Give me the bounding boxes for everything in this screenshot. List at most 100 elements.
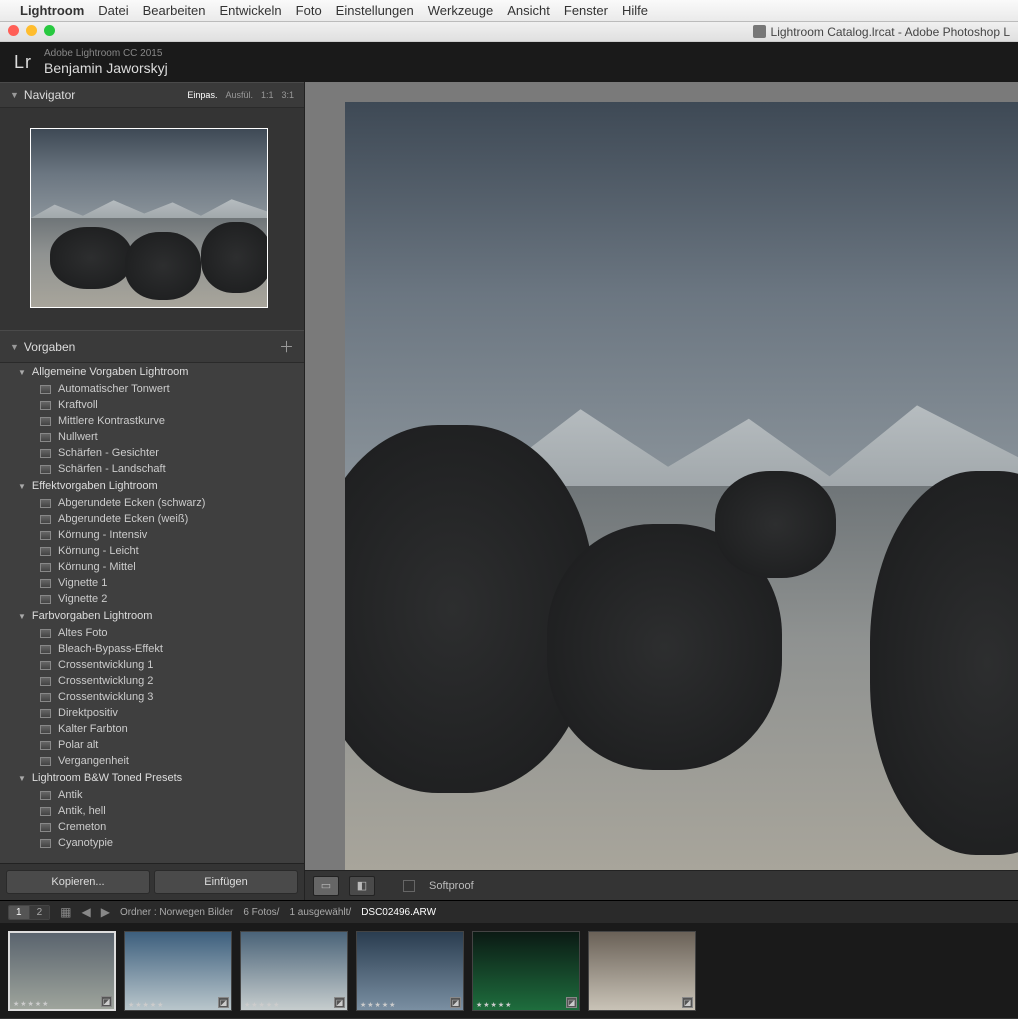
copy-button[interactable]: Kopieren... <box>6 870 150 894</box>
preset-icon <box>40 401 51 410</box>
screen-1[interactable]: 1 <box>9 906 30 919</box>
preset-item[interactable]: Körnung - Mittel <box>0 559 304 575</box>
preset-item[interactable]: Polar alt <box>0 737 304 753</box>
preset-folder-label: Allgemeine Vorgaben Lightroom <box>32 366 189 378</box>
nav-fit[interactable]: Einpas. <box>187 90 217 100</box>
preset-folder[interactable]: ▼Lightroom B&W Toned Presets <box>0 769 304 787</box>
preset-icon <box>40 661 51 670</box>
preset-item[interactable]: Automatischer Tonwert <box>0 381 304 397</box>
menu-settings[interactable]: Einstellungen <box>336 3 414 18</box>
preset-icon <box>40 757 51 766</box>
compare-view-button[interactable]: ◧ <box>349 876 375 896</box>
menu-develop[interactable]: Entwickeln <box>220 3 282 18</box>
preset-label: Schärfen - Landschaft <box>58 463 166 475</box>
preset-item[interactable]: Körnung - Leicht <box>0 543 304 559</box>
preset-icon <box>40 645 51 654</box>
close-icon[interactable] <box>8 25 19 36</box>
forward-icon[interactable]: ▶ <box>101 905 110 919</box>
window-titlebar: Lightroom Catalog.lrcat - Adobe Photosho… <box>0 22 1018 42</box>
menu-help[interactable]: Hilfe <box>622 3 648 18</box>
preset-item[interactable]: Mittlere Kontrastkurve <box>0 413 304 429</box>
filmstrip-thumb[interactable]: ★★★★★◪ <box>240 931 348 1011</box>
nav-fill[interactable]: Ausfül. <box>225 90 253 100</box>
preset-item[interactable]: Direktpositiv <box>0 705 304 721</box>
menu-file[interactable]: Datei <box>98 3 128 18</box>
minimize-icon[interactable] <box>26 25 37 36</box>
preset-label: Altes Foto <box>58 627 108 639</box>
chevron-down-icon: ▼ <box>18 482 26 491</box>
nav-3to1[interactable]: 3:1 <box>281 90 294 100</box>
preset-item[interactable]: Körnung - Intensiv <box>0 527 304 543</box>
grid-icon[interactable]: ▦ <box>60 905 71 919</box>
preset-item[interactable]: Cremeton <box>0 819 304 835</box>
preset-item[interactable]: Antik, hell <box>0 803 304 819</box>
traffic-lights <box>8 25 55 36</box>
preset-item[interactable]: Kraftvoll <box>0 397 304 413</box>
product-name: Adobe Lightroom CC 2015 <box>44 48 168 60</box>
preset-label: Antik, hell <box>58 805 106 817</box>
softproof-checkbox[interactable] <box>403 880 415 892</box>
preset-label: Abgerundete Ecken (weiß) <box>58 513 188 525</box>
chevron-down-icon: ▼ <box>10 90 19 100</box>
nav-1to1[interactable]: 1:1 <box>261 90 274 100</box>
preset-item[interactable]: Vignette 1 <box>0 575 304 591</box>
folder-path[interactable]: Ordner : Norwegen Bilder <box>120 907 233 918</box>
preset-item[interactable]: Crossentwicklung 2 <box>0 673 304 689</box>
preset-item[interactable]: Kalter Farbton <box>0 721 304 737</box>
current-filename: DSC02496.ARW <box>361 907 436 918</box>
main-image[interactable] <box>345 102 1018 870</box>
preset-item[interactable]: Vignette 2 <box>0 591 304 607</box>
preset-item[interactable]: Altes Foto <box>0 625 304 641</box>
rating-stars: ★★★★★ <box>13 1000 49 1008</box>
paste-button[interactable]: Einfügen <box>154 870 298 894</box>
preset-item[interactable]: Abgerundete Ecken (schwarz) <box>0 495 304 511</box>
menu-edit[interactable]: Bearbeiten <box>143 3 206 18</box>
preset-label: Cremeton <box>58 821 106 833</box>
filmstrip-thumb[interactable]: ★★★★★◪ <box>356 931 464 1011</box>
filmstrip-thumb[interactable]: ◪ <box>588 931 696 1011</box>
thumb-badge-icon: ◪ <box>101 996 112 1007</box>
add-preset-icon[interactable]: ＋ <box>279 336 294 357</box>
preset-item[interactable]: Bleach-Bypass-Effekt <box>0 641 304 657</box>
preset-item[interactable]: Antik <box>0 787 304 803</box>
filmstrip-thumb[interactable]: ★★★★★◪ <box>472 931 580 1011</box>
preset-item[interactable]: Schärfen - Landschaft <box>0 461 304 477</box>
preset-item[interactable]: Crossentwicklung 3 <box>0 689 304 705</box>
navigator-thumbnail[interactable] <box>30 128 268 308</box>
preset-folder[interactable]: ▼Effektvorgaben Lightroom <box>0 477 304 495</box>
preset-icon <box>40 693 51 702</box>
preset-item[interactable]: Schärfen - Gesichter <box>0 445 304 461</box>
presets-header[interactable]: ▼Vorgaben ＋ <box>0 330 304 363</box>
preset-icon <box>40 807 51 816</box>
photo-count: 6 Fotos/ <box>243 907 279 918</box>
preset-icon <box>40 499 51 508</box>
filmstrip-thumb[interactable]: ★★★★★◪ <box>124 931 232 1011</box>
preset-item[interactable]: Abgerundete Ecken (weiß) <box>0 511 304 527</box>
menu-window[interactable]: Fenster <box>564 3 608 18</box>
screen-2[interactable]: 2 <box>30 906 50 919</box>
preset-item[interactable]: Vergangenheit <box>0 753 304 769</box>
menu-tools[interactable]: Werkzeuge <box>428 3 494 18</box>
preset-icon <box>40 449 51 458</box>
image-viewport[interactable] <box>305 82 1018 870</box>
mac-menubar: Lightroom Datei Bearbeiten Entwickeln Fo… <box>0 0 1018 22</box>
navigator-preview[interactable] <box>0 108 304 330</box>
presets-list[interactable]: ▼Allgemeine Vorgaben LightroomAutomatisc… <box>0 363 304 863</box>
screen-segment[interactable]: 1 2 <box>8 905 50 920</box>
menu-view[interactable]: Ansicht <box>507 3 550 18</box>
navigator-header[interactable]: ▼Navigator Einpas. Ausfül. 1:1 3:1 <box>0 82 304 108</box>
filmstrip-thumbs[interactable]: ★★★★★◪★★★★★◪★★★★★◪★★★★★◪★★★★★◪◪ <box>0 923 1018 1019</box>
menu-photo[interactable]: Foto <box>296 3 322 18</box>
chevron-down-icon: ▼ <box>10 342 19 352</box>
menu-app[interactable]: Lightroom <box>20 3 84 18</box>
back-icon[interactable]: ◀ <box>81 905 90 919</box>
user-name: Benjamin Jaworskyj <box>44 60 168 77</box>
preset-folder[interactable]: ▼Allgemeine Vorgaben Lightroom <box>0 363 304 381</box>
preset-folder[interactable]: ▼Farbvorgaben Lightroom <box>0 607 304 625</box>
filmstrip-thumb[interactable]: ★★★★★ ◪ <box>8 931 116 1011</box>
preset-item[interactable]: Nullwert <box>0 429 304 445</box>
preset-item[interactable]: Crossentwicklung 1 <box>0 657 304 673</box>
zoom-icon[interactable] <box>44 25 55 36</box>
loupe-view-button[interactable]: ▭ <box>313 876 339 896</box>
preset-item[interactable]: Cyanotypie <box>0 835 304 851</box>
